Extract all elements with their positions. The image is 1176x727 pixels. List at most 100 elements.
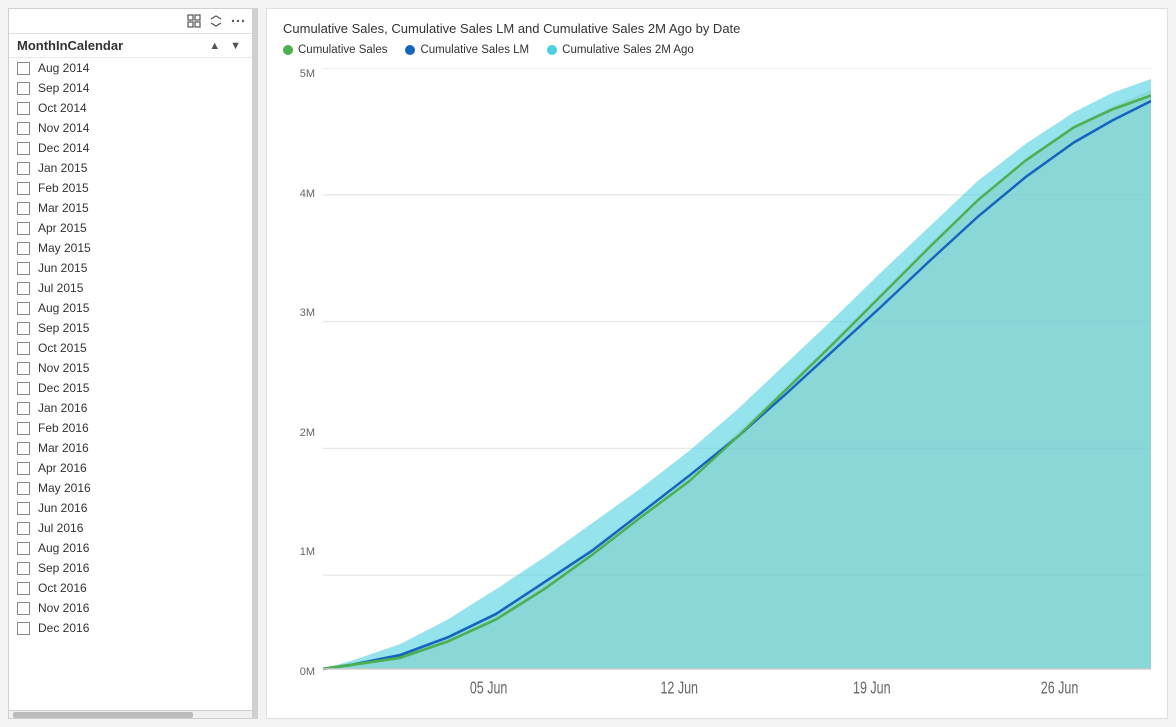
item-label: Aug 2015	[38, 301, 89, 315]
checkbox[interactable]	[17, 542, 30, 555]
list-item[interactable]: Apr 2015	[9, 218, 252, 238]
list-item[interactable]: Aug 2016	[9, 538, 252, 558]
legend-label: Cumulative Sales	[298, 44, 387, 56]
list-item[interactable]: Jun 2016	[9, 498, 252, 518]
item-label: Jul 2015	[38, 281, 83, 295]
legend-dot	[283, 45, 293, 55]
list-item[interactable]: May 2015	[9, 238, 252, 258]
more-icon[interactable]	[230, 13, 246, 29]
list-item[interactable]: Jan 2016	[9, 398, 252, 418]
checkbox[interactable]	[17, 482, 30, 495]
checkbox[interactable]	[17, 162, 30, 175]
sort-asc-button[interactable]: ▲	[206, 39, 223, 53]
item-label: Sep 2015	[38, 321, 89, 335]
checkbox[interactable]	[17, 282, 30, 295]
grid-icon[interactable]	[186, 13, 202, 29]
list-item[interactable]: Feb 2016	[9, 418, 252, 438]
item-label: Oct 2016	[38, 581, 87, 595]
item-label: Dec 2015	[38, 381, 89, 395]
list-item[interactable]: Mar 2016	[9, 438, 252, 458]
checkbox[interactable]	[17, 582, 30, 595]
checkbox[interactable]	[17, 462, 30, 475]
chart-plot: 05 Jun 12 Jun 19 Jun 26 Jun	[323, 68, 1151, 702]
checkbox[interactable]	[17, 182, 30, 195]
legend-item: Cumulative Sales	[283, 44, 387, 56]
item-label: Jul 2016	[38, 521, 83, 535]
svg-text:05 Jun: 05 Jun	[470, 679, 508, 699]
list-item[interactable]: Nov 2016	[9, 598, 252, 618]
resize-handle[interactable]	[253, 8, 258, 719]
list-item[interactable]: May 2016	[9, 478, 252, 498]
list-item[interactable]: Jul 2016	[9, 518, 252, 538]
checkbox[interactable]	[17, 322, 30, 335]
legend-dot	[547, 45, 557, 55]
y-axis-label: 4M	[300, 188, 315, 200]
list-item[interactable]: Oct 2015	[9, 338, 252, 358]
y-axis-label: 5M	[300, 68, 315, 80]
checkbox[interactable]	[17, 102, 30, 115]
item-label: Dec 2014	[38, 141, 89, 155]
scrollbar-thumb[interactable]	[13, 712, 193, 718]
checkbox[interactable]	[17, 302, 30, 315]
list-item[interactable]: Oct 2014	[9, 98, 252, 118]
list-item[interactable]: Aug 2014	[9, 58, 252, 78]
checkbox[interactable]	[17, 502, 30, 515]
list-item[interactable]: Jan 2015	[9, 158, 252, 178]
checkbox[interactable]	[17, 562, 30, 575]
checkbox[interactable]	[17, 362, 30, 375]
checkbox[interactable]	[17, 422, 30, 435]
checkbox[interactable]	[17, 342, 30, 355]
checkbox[interactable]	[17, 402, 30, 415]
checkbox[interactable]	[17, 602, 30, 615]
item-label: Aug 2014	[38, 61, 89, 75]
list-item[interactable]: Aug 2015	[9, 298, 252, 318]
sort-desc-button[interactable]: ▼	[227, 39, 244, 53]
item-label: Nov 2015	[38, 361, 89, 375]
checkbox[interactable]	[17, 262, 30, 275]
horizontal-scrollbar[interactable]	[9, 710, 252, 718]
item-label: Apr 2016	[38, 461, 87, 475]
checkbox[interactable]	[17, 82, 30, 95]
checkbox[interactable]	[17, 242, 30, 255]
list-item[interactable]: Apr 2016	[9, 458, 252, 478]
panel-header: MonthInCalendar ▲ ▼	[9, 34, 252, 58]
list-item[interactable]: Mar 2015	[9, 198, 252, 218]
legend-item: Cumulative Sales 2M Ago	[547, 44, 694, 56]
y-axis-label: 2M	[300, 427, 315, 439]
chart-area: Cumulative Sales, Cumulative Sales LM an…	[266, 8, 1168, 719]
item-label: Nov 2014	[38, 121, 89, 135]
list-item[interactable]: Sep 2014	[9, 78, 252, 98]
expand-icon[interactable]	[208, 13, 224, 29]
list-item[interactable]: Dec 2015	[9, 378, 252, 398]
item-label: Sep 2016	[38, 561, 89, 575]
list-item[interactable]: Jul 2015	[9, 278, 252, 298]
list-item[interactable]: Dec 2014	[9, 138, 252, 158]
y-axis-label: 1M	[300, 546, 315, 558]
checkbox[interactable]	[17, 442, 30, 455]
checkbox[interactable]	[17, 222, 30, 235]
checkbox[interactable]	[17, 62, 30, 75]
checkbox[interactable]	[17, 522, 30, 535]
list-item[interactable]: Oct 2016	[9, 578, 252, 598]
legend-item: Cumulative Sales LM	[405, 44, 529, 56]
checkbox[interactable]	[17, 122, 30, 135]
item-label: Feb 2015	[38, 181, 89, 195]
list-item[interactable]: Sep 2016	[9, 558, 252, 578]
list-item[interactable]: Feb 2015	[9, 178, 252, 198]
panel-title: MonthInCalendar	[17, 38, 123, 53]
checkbox[interactable]	[17, 142, 30, 155]
item-label: Jun 2015	[38, 261, 87, 275]
checkbox[interactable]	[17, 622, 30, 635]
item-label: Mar 2016	[38, 441, 89, 455]
checkbox[interactable]	[17, 202, 30, 215]
list-item[interactable]: Jun 2015	[9, 258, 252, 278]
list-item[interactable]: Nov 2014	[9, 118, 252, 138]
svg-text:26 Jun: 26 Jun	[1041, 679, 1079, 699]
checkbox[interactable]	[17, 382, 30, 395]
y-axis-label: 3M	[300, 307, 315, 319]
list-item[interactable]: Dec 2016	[9, 618, 252, 638]
item-label: Jan 2015	[38, 161, 87, 175]
list-item[interactable]: Sep 2015	[9, 318, 252, 338]
list-item[interactable]: Nov 2015	[9, 358, 252, 378]
item-label: Mar 2015	[38, 201, 89, 215]
